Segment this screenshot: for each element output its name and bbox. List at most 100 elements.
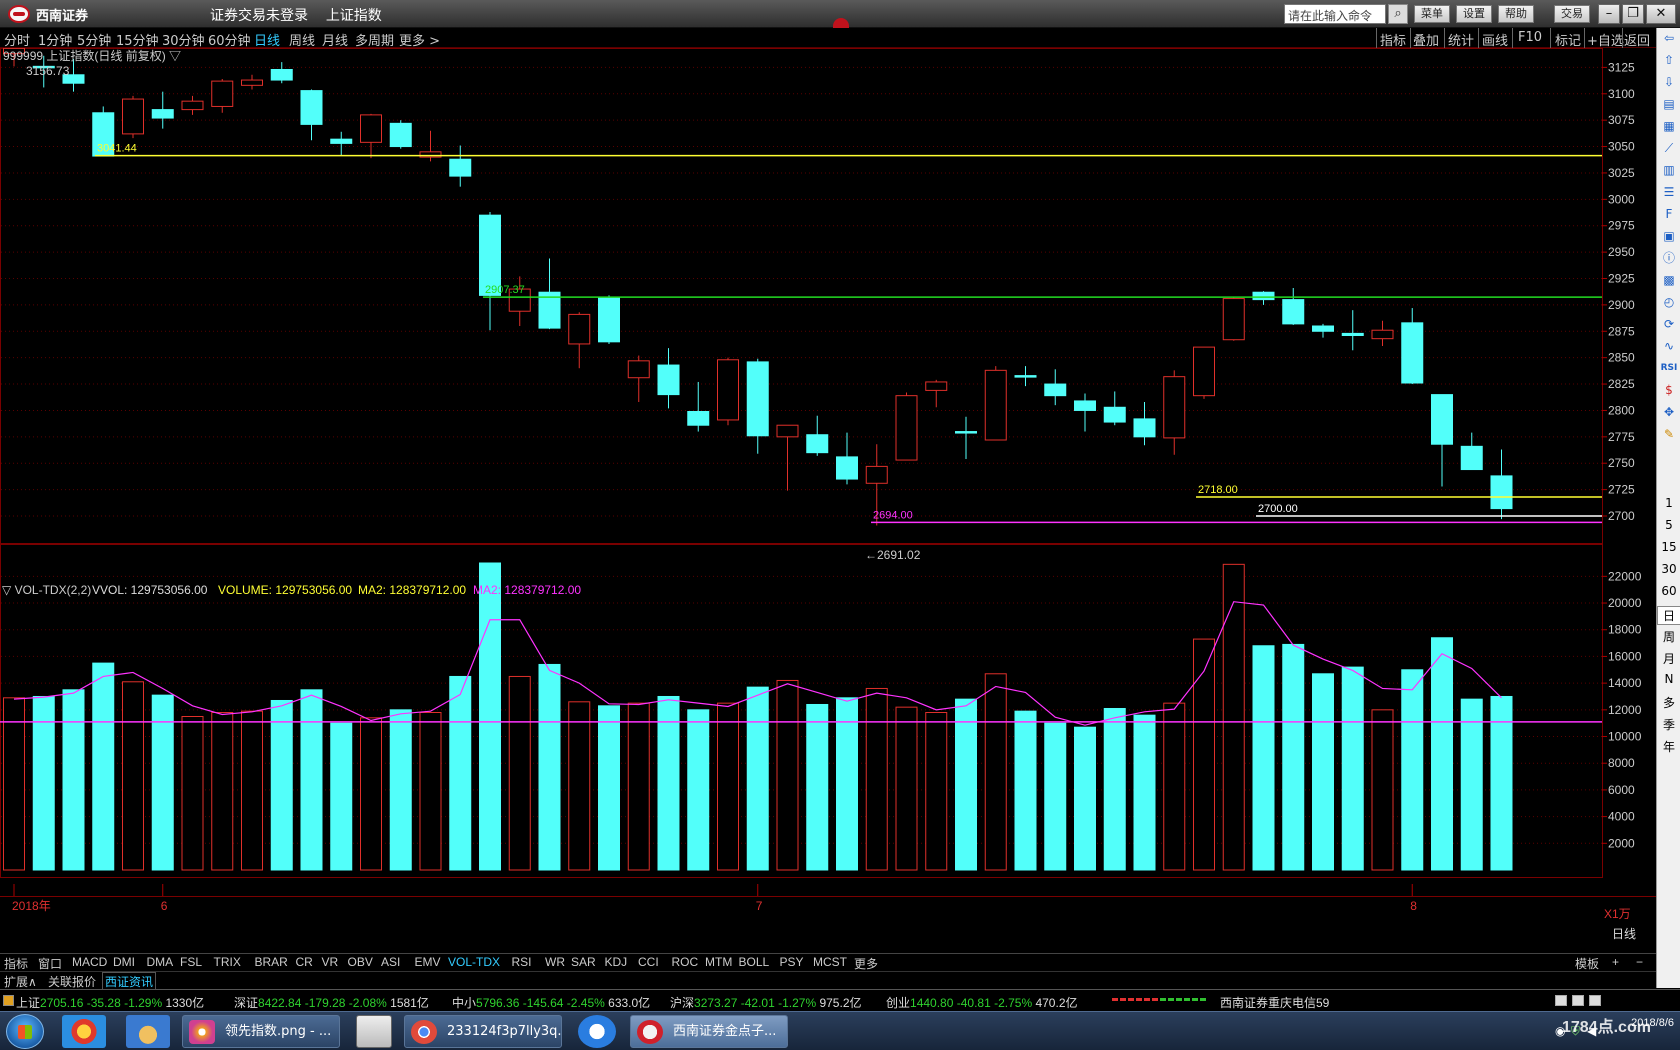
rsi-icon[interactable]: RSI	[1659, 358, 1679, 378]
indicator-tab-4[interactable]: DMA	[147, 955, 174, 969]
tool-draw[interactable]: 画线	[1482, 30, 1508, 49]
collapse-toggle-icon[interactable]	[833, 18, 849, 28]
table-icon[interactable]: ▣	[1659, 226, 1679, 246]
help-button[interactable]: 帮助	[1498, 5, 1534, 23]
indicator-tab-5[interactable]: FSL	[180, 955, 202, 969]
sidebar-period-5[interactable]: 5	[1657, 518, 1680, 532]
minimize-icon[interactable]: –	[1598, 4, 1620, 24]
server-name[interactable]: 西南证券重庆电信59	[1220, 994, 1329, 1011]
tool-overlay[interactable]: 叠加	[1413, 30, 1439, 49]
sidebar-period-60[interactable]: 60	[1657, 584, 1680, 598]
trade-button[interactable]: 交易	[1554, 5, 1590, 23]
bar-chart-icon[interactable]: ▥	[1659, 160, 1679, 180]
indicator-tab-22[interactable]: PSY	[780, 955, 804, 969]
period-monthly[interactable]: 月线	[322, 30, 348, 49]
indicator-tab-15[interactable]: WR	[545, 955, 565, 969]
f10-icon[interactable]: F	[1659, 204, 1679, 224]
indicator-tab-3[interactable]: DMI	[113, 955, 135, 969]
command-input[interactable]: 请在此输入命令	[1284, 4, 1386, 24]
sidebar-period-day[interactable]: 日	[1657, 606, 1680, 625]
wave-icon[interactable]: ∿	[1659, 336, 1679, 356]
indicator-tab-7[interactable]: BRAR	[255, 955, 288, 969]
fz-icon[interactable]: ▩	[1659, 270, 1679, 290]
sidebar-period-quarter[interactable]: 季	[1657, 716, 1680, 733]
task-image-viewer[interactable]: 领先指数.png - ...	[182, 1015, 340, 1048]
period-weekly[interactable]: 周线	[289, 30, 315, 49]
pencil-icon[interactable]: ✎	[1659, 424, 1679, 444]
arrow-left-icon[interactable]: ⇦	[1659, 28, 1679, 48]
tool-indicator[interactable]: 指标	[1380, 30, 1406, 49]
indicator-tab-6[interactable]: TRIX	[214, 955, 241, 969]
period-60min[interactable]: 60分钟	[208, 30, 251, 49]
list-icon[interactable]: ☰	[1659, 182, 1679, 202]
tool-stats[interactable]: 统计	[1448, 30, 1474, 49]
sidebar-period-year[interactable]: 年	[1657, 738, 1680, 755]
indicator-tab-2[interactable]: MACD	[72, 955, 107, 969]
start-button[interactable]	[6, 1014, 44, 1049]
period-15min[interactable]: 15分钟	[116, 30, 159, 49]
status-toggle-icon[interactable]	[3, 995, 14, 1006]
close-icon[interactable]: ✕	[1646, 4, 1676, 24]
sidebar-period-15[interactable]: 15	[1657, 540, 1680, 554]
indicator-right-1[interactable]: +	[1612, 955, 1619, 969]
indicator-tab-14[interactable]: RSI	[512, 955, 532, 969]
arrow-down-icon[interactable]: ⇩	[1659, 72, 1679, 92]
tool-mark[interactable]: 标记	[1555, 30, 1581, 49]
sidebar-period-1[interactable]: 1	[1657, 496, 1680, 510]
tool-f10[interactable]: F10	[1518, 30, 1542, 45]
volume-indicator-name[interactable]: ▽ VOL-TDX(2,2)	[2, 583, 91, 597]
expand-tab[interactable]: 扩展∧	[4, 973, 37, 990]
indicator-tab-23[interactable]: MCST	[813, 955, 847, 969]
move-icon[interactable]: ✥	[1659, 402, 1679, 422]
pinned-browser-icon[interactable]	[126, 1015, 170, 1048]
indicator-tab-16[interactable]: SAR	[571, 955, 596, 969]
task-trading-app[interactable]: 西南证券金点子...	[630, 1015, 788, 1048]
info-icon[interactable]: ⓘ	[1659, 248, 1679, 268]
status-quote-1[interactable]: 深证8422.84 -179.28 -2.08% 1581亿	[234, 994, 429, 1011]
money-icon[interactable]: $	[1659, 380, 1679, 400]
indicator-tab-10[interactable]: OBV	[348, 955, 373, 969]
indicator-tab-1[interactable]: 窗口	[38, 955, 62, 972]
calculator-icon[interactable]	[356, 1015, 392, 1048]
search-icon[interactable]: ⌕	[1388, 4, 1408, 24]
status-quote-4[interactable]: 创业1440.80 -40.81 -2.75% 470.2亿	[886, 994, 1078, 1011]
indicator-tab-20[interactable]: MTM	[705, 955, 732, 969]
sidebar-period-multi[interactable]: 多	[1657, 694, 1680, 711]
indicator-tab-21[interactable]: BOLL	[739, 955, 770, 969]
period-30min[interactable]: 30分钟	[162, 30, 205, 49]
status-quote-2[interactable]: 中小5796.36 -145.64 -2.45% 633.0亿	[452, 994, 650, 1011]
sidebar-period-n[interactable]: N	[1657, 672, 1680, 686]
alert-icon[interactable]	[1589, 995, 1601, 1006]
sidebar-period-30[interactable]: 30	[1657, 562, 1680, 576]
menu-button[interactable]: 菜单	[1414, 5, 1450, 23]
news-icon[interactable]: ▤	[1659, 94, 1679, 114]
period-1min[interactable]: 1分钟	[38, 30, 72, 49]
kline-chart[interactable]: 3041.44 2907.37 2718.00 2700.00 2694.00 2700…	[0, 48, 1656, 953]
arrow-up-icon[interactable]: ⇧	[1659, 50, 1679, 70]
indicator-right-0[interactable]: 模板	[1575, 955, 1599, 972]
period-fenshi[interactable]: 分时	[4, 30, 30, 49]
indicator-tab-19[interactable]: ROC	[672, 955, 699, 969]
refresh-icon[interactable]: ⟳	[1659, 314, 1679, 334]
settings-button[interactable]: 设置	[1456, 5, 1492, 23]
sidebar-period-week[interactable]: 周	[1657, 628, 1680, 645]
line-chart-icon[interactable]: ⟋	[1659, 138, 1679, 158]
indicator-tab-11[interactable]: ASI	[381, 955, 400, 969]
calendar-icon[interactable]: ▦	[1659, 116, 1679, 136]
status-quote-3[interactable]: 沪深3273.27 -42.01 -1.27% 975.2亿	[670, 994, 862, 1011]
k-app-icon[interactable]	[578, 1015, 616, 1048]
indicator-tab-9[interactable]: VR	[322, 955, 339, 969]
tool-back[interactable]: 返回	[1624, 30, 1650, 49]
indicator-tab-24[interactable]: 更多	[854, 955, 878, 972]
related-quotes-tab[interactable]: 关联报价	[48, 973, 96, 990]
gauge-icon[interactable]: ◴	[1659, 292, 1679, 312]
indicator-tab-12[interactable]: EMV	[415, 955, 441, 969]
indicator-tab-17[interactable]: KDJ	[605, 955, 628, 969]
sidebar-period-month[interactable]: 月	[1657, 650, 1680, 667]
indicator-tab-8[interactable]: CR	[296, 955, 313, 969]
period-daily[interactable]: 日线	[254, 30, 280, 49]
window-icon[interactable]	[1555, 995, 1567, 1006]
indicator-tab-18[interactable]: CCI	[638, 955, 659, 969]
period-multi[interactable]: 多周期	[355, 30, 394, 49]
layout-icon[interactable]	[1572, 995, 1584, 1006]
